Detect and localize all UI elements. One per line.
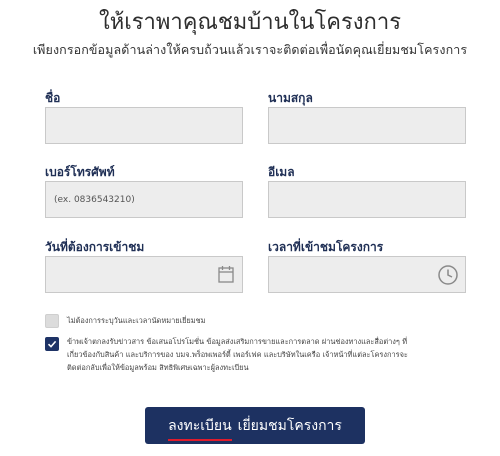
calendar-icon[interactable]	[218, 265, 234, 283]
phone-label: เบอร์โทรศัพท์	[45, 165, 115, 179]
consent-line: ข้าพเจ้าตกลงรับข่าวสาร ข้อเสนอโปรโมชั่น …	[67, 337, 408, 346]
submit-button[interactable]: ลงทะเบียน เยี่ยมชมโครงการ	[145, 407, 365, 444]
consent-text: ข้าพเจ้าตกลงรับข่าวสาร ข้อเสนอโปรโมชั่น …	[67, 335, 408, 374]
page-title: ให้เราพาคุณชมบ้านในโครงการ	[98, 10, 402, 35]
last-name-label: นามสกุล	[268, 91, 313, 105]
checkmark-icon	[47, 340, 57, 348]
phone-field[interactable]	[45, 181, 243, 218]
consent-line: เกี่ยวข้องกับสินค้า และบริการของ บมจ.พร็…	[67, 350, 408, 359]
no-appointment-label: ไม่ต้องการระบุวันและเวลานัดหมายเยี่ยมชม	[67, 316, 206, 325]
first-name-field[interactable]	[45, 107, 243, 144]
email-field[interactable]	[268, 181, 466, 218]
first-name-input[interactable]	[46, 108, 242, 143]
last-name-field[interactable]	[268, 107, 466, 144]
no-appointment-checkbox[interactable]	[45, 314, 59, 328]
submit-label-visit: เยี่ยมชมโครงการ	[237, 417, 342, 434]
first-name-label: ชื่อ	[45, 91, 61, 105]
consent-line: ติดต่อกลับเพื่อให้ข้อมูลพร้อม สิทธิพิเศษ…	[67, 363, 249, 372]
visit-time-label: เวลาที่เข้าชมโครงการ	[268, 240, 384, 254]
visit-date-label: วันที่ต้องการเข้าชม	[45, 240, 145, 254]
visit-time-field[interactable]	[268, 256, 466, 293]
phone-input[interactable]	[46, 182, 242, 217]
last-name-input[interactable]	[269, 108, 465, 143]
consent-checkbox[interactable]	[45, 337, 59, 351]
email-input[interactable]	[269, 182, 465, 217]
email-label: อีเมล	[268, 165, 295, 179]
clock-icon[interactable]	[437, 264, 459, 286]
visit-date-field[interactable]	[45, 256, 243, 293]
submit-label-register: ลงทะเบียน	[168, 415, 232, 441]
page-subtitle: เพียงกรอกข้อมูลด้านล่างให้ครบถ้วนแล้วเรา…	[32, 42, 468, 57]
